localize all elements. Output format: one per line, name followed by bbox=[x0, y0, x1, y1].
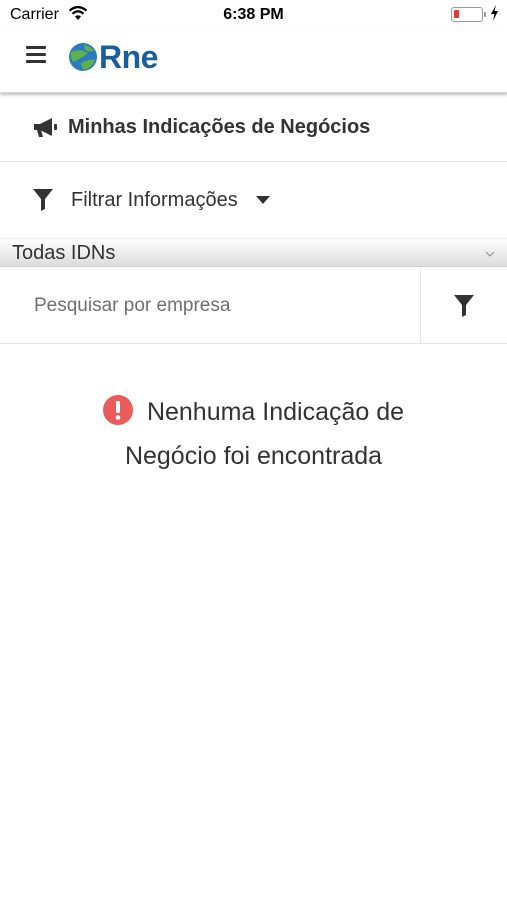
page-title: Minhas Indicações de Negócios bbox=[68, 116, 371, 138]
charging-bolt-icon bbox=[490, 5, 499, 26]
rne-logo: Rne bbox=[68, 39, 158, 75]
app-header: Rne bbox=[0, 30, 507, 93]
battery-icon bbox=[451, 7, 486, 22]
search-bar bbox=[0, 268, 507, 344]
chevron-down-icon bbox=[485, 251, 495, 257]
filter-toggle[interactable]: Filtrar Informações bbox=[0, 162, 507, 238]
page-title-row: Minhas Indicações de Negócios bbox=[0, 94, 507, 162]
empty-state-message: Nenhuma Indicação de Negócio foi encontr… bbox=[0, 390, 507, 478]
company-search-input[interactable] bbox=[0, 268, 420, 343]
empty-state-text-1: Nenhuma Indicação de bbox=[146, 398, 405, 426]
filter-icon bbox=[454, 294, 474, 317]
logo-text: Rne bbox=[99, 39, 158, 75]
hamburger-menu-icon[interactable] bbox=[26, 46, 46, 64]
select-value: Todas IDNs bbox=[12, 242, 116, 264]
filter-label: Filtrar Informações bbox=[71, 188, 238, 211]
globe-logo-icon bbox=[69, 43, 97, 71]
filter-icon bbox=[33, 189, 53, 211]
status-bar: Carrier 6:38 PM bbox=[0, 0, 507, 30]
empty-state-line-1: Nenhuma Indicação de bbox=[0, 390, 507, 434]
caret-down-icon bbox=[255, 196, 270, 204]
idn-type-select[interactable]: Todas IDNs bbox=[0, 238, 507, 267]
empty-state-text-2: Negócio foi encontrada bbox=[124, 442, 383, 470]
clock: 6:38 PM bbox=[223, 6, 284, 23]
search-filter-button[interactable] bbox=[420, 268, 507, 343]
alert-circle-icon bbox=[102, 395, 133, 425]
megaphone-icon bbox=[34, 117, 57, 137]
